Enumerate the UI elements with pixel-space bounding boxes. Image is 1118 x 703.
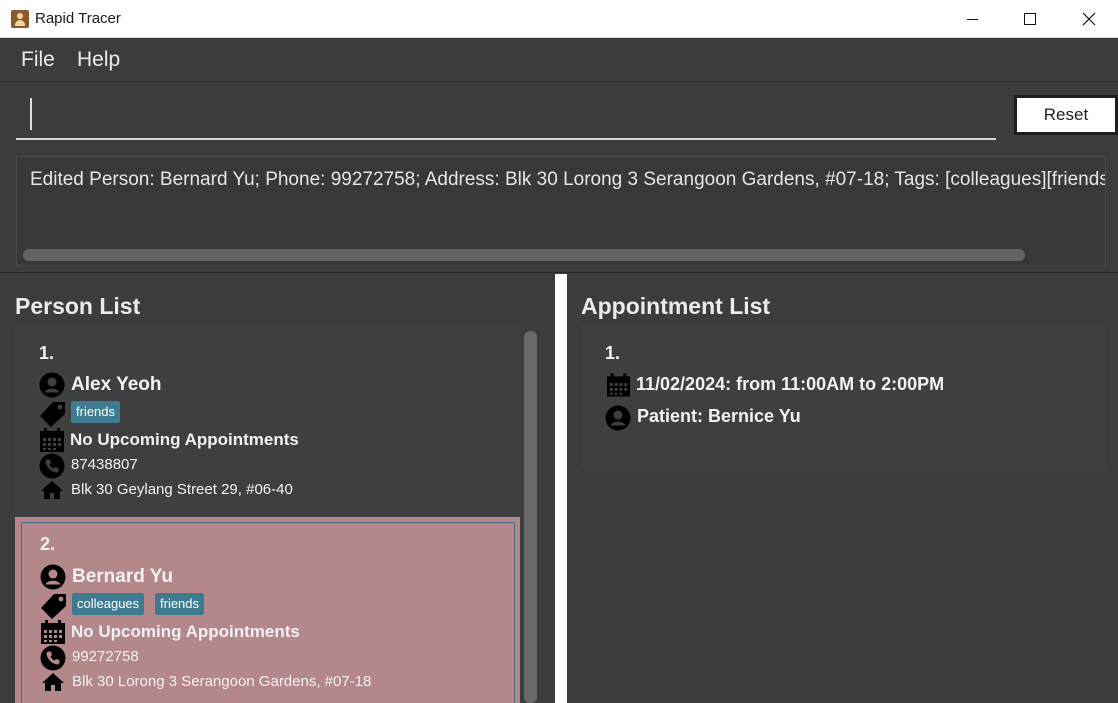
person-appointments: No Upcoming Appointments	[70, 430, 299, 449]
close-icon	[1082, 12, 1096, 26]
person-name: Bernard Yu	[72, 566, 174, 587]
result-text: Edited Person: Bernard Yu; Phone: 992727…	[30, 169, 1106, 190]
app-icon	[11, 10, 29, 28]
title-bar: Rapid Tracer	[0, 0, 1118, 38]
tag-colleagues: colleagues	[72, 593, 145, 615]
person-address: Blk 30 Geylang Street 29, #06-40	[71, 481, 293, 498]
menu-help[interactable]: Help	[77, 48, 120, 72]
minimize-button[interactable]	[944, 0, 1002, 38]
menu-bar: File Help	[0, 38, 1118, 82]
person-name: Alex Yeoh	[71, 374, 162, 395]
menu-file[interactable]: File	[21, 48, 55, 72]
calendar-icon	[606, 373, 631, 397]
person-card[interactable]: 1. Alex Yeoh friends No Upcoming Appoint…	[15, 325, 520, 515]
person-card-selected[interactable]: 2. Bernard Yu colleagues friends No Upco…	[15, 517, 520, 703]
person-icon	[39, 372, 65, 398]
appointment-list-title: Appointment List	[581, 293, 771, 319]
phone-icon	[40, 645, 66, 671]
calendar-icon	[41, 620, 65, 644]
person-list-scrollbar-thumb[interactable]	[524, 331, 537, 703]
close-button[interactable]	[1060, 0, 1118, 38]
split-top-border	[0, 272, 1118, 273]
person-list-title: Person List	[15, 293, 141, 319]
calendar-icon	[40, 428, 64, 452]
split-divider[interactable]	[555, 274, 567, 703]
person-index: 1.	[39, 343, 55, 363]
person-icon	[40, 564, 66, 590]
command-input[interactable]	[16, 95, 996, 140]
phone-icon	[39, 453, 65, 479]
appointment-index: 1.	[605, 343, 621, 363]
person-address: Blk 30 Lorong 3 Serangoon Gardens, #07-1…	[72, 673, 372, 690]
text-caret	[30, 98, 32, 130]
person-phone: 87438807	[71, 456, 138, 473]
maximize-button[interactable]	[1001, 0, 1059, 38]
tag-friends: friends	[71, 401, 121, 423]
tag-icon	[41, 594, 66, 619]
result-display[interactable]: Edited Person: Bernard Yu; Phone: 992727…	[16, 156, 1106, 266]
home-icon	[41, 481, 63, 499]
reset-button[interactable]: Reset	[1014, 95, 1118, 135]
window-title: Rapid Tracer	[35, 10, 121, 27]
home-icon	[42, 673, 64, 691]
command-area: Reset	[0, 83, 1118, 148]
tag-friends: friends	[155, 593, 205, 615]
person-phone: 99272758	[72, 648, 139, 665]
appointment-patient: Patient: Bernice Yu	[637, 406, 801, 426]
person-appointments: No Upcoming Appointments	[71, 622, 300, 641]
person-list: 1. Alex Yeoh friends No Upcoming Appoint…	[15, 325, 520, 703]
result-horizontal-scrollbar[interactable]	[23, 249, 1025, 261]
appointment-card[interactable]: 1. 11/02/2024: from 11:00AM to 2:00PM Pa…	[581, 325, 1106, 468]
person-icon	[605, 405, 631, 431]
person-index: 2.	[40, 534, 56, 554]
appointment-datetime: 11/02/2024: from 11:00AM to 2:00PM	[636, 374, 945, 394]
tag-icon	[40, 402, 65, 427]
